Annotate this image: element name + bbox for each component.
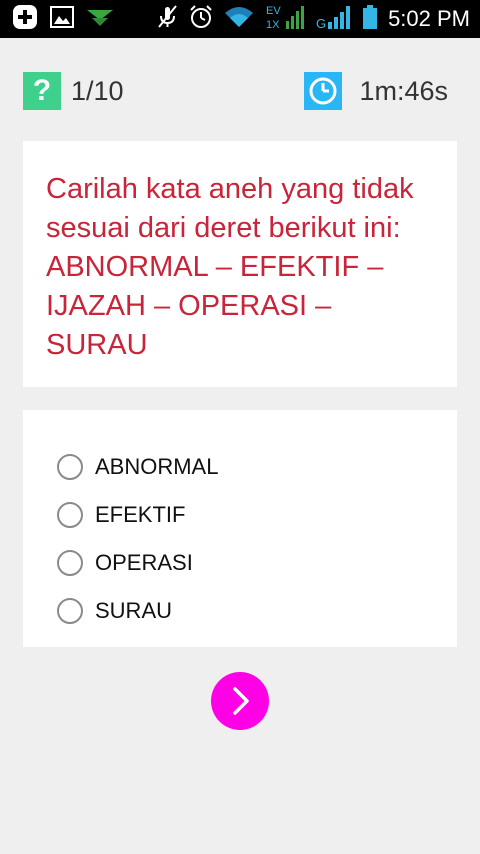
quiz-header: ? 1/10 1m:46s: [23, 72, 457, 110]
option-surau[interactable]: SURAU: [23, 587, 457, 635]
timer: 1m:46s: [359, 76, 448, 106]
option-label: SURAU: [95, 598, 173, 623]
data-ev-1x-icon: EV 1X: [264, 3, 306, 36]
question-mark-icon: ?: [23, 72, 61, 110]
option-operasi[interactable]: OPERASI: [23, 539, 457, 587]
next-button[interactable]: [211, 672, 269, 730]
status-bar-time: 5:02 PM: [388, 6, 470, 31]
radio-button[interactable]: [57, 598, 83, 624]
data-label-bottom: 1X: [266, 19, 280, 31]
option-abnormal[interactable]: ABNORMAL: [23, 443, 457, 491]
question-counter: 1/10: [71, 76, 124, 106]
answer-options: ABNORMAL EFEKTIF OPERASI SURAU: [23, 410, 457, 647]
clock-icon: [304, 72, 342, 110]
option-label: ABNORMAL: [95, 454, 219, 479]
question-card: Carilah kata aneh yang tidak sesuai dari…: [23, 141, 457, 387]
status-bar: EV 1X G 5:02 PM: [0, 0, 480, 38]
wifi-icon: [224, 5, 254, 34]
chevron-right-icon: [233, 687, 249, 715]
radio-button[interactable]: [57, 502, 83, 528]
status-bar-notifications: [12, 4, 114, 35]
status-bar-system: EV 1X G 5:02 PM: [156, 4, 470, 34]
question-icon-glyph: ?: [32, 74, 52, 107]
battery-icon: [362, 4, 378, 35]
option-efektif[interactable]: EFEKTIF: [23, 491, 457, 539]
option-label: EFEKTIF: [95, 502, 186, 527]
question-text: Carilah kata aneh yang tidak sesuai dari…: [46, 173, 414, 361]
radio-button[interactable]: [57, 550, 83, 576]
add-notification-icon: [12, 4, 38, 35]
download-notification-icon: [86, 6, 114, 33]
alarm-icon: [188, 4, 214, 35]
signal-icon: G: [316, 4, 352, 35]
data-label-top: EV: [266, 5, 281, 17]
mute-icon: [156, 4, 178, 35]
network-label: G: [316, 16, 326, 30]
radio-button[interactable]: [57, 454, 83, 480]
image-notification-icon: [50, 5, 74, 33]
option-label: OPERASI: [95, 550, 193, 575]
